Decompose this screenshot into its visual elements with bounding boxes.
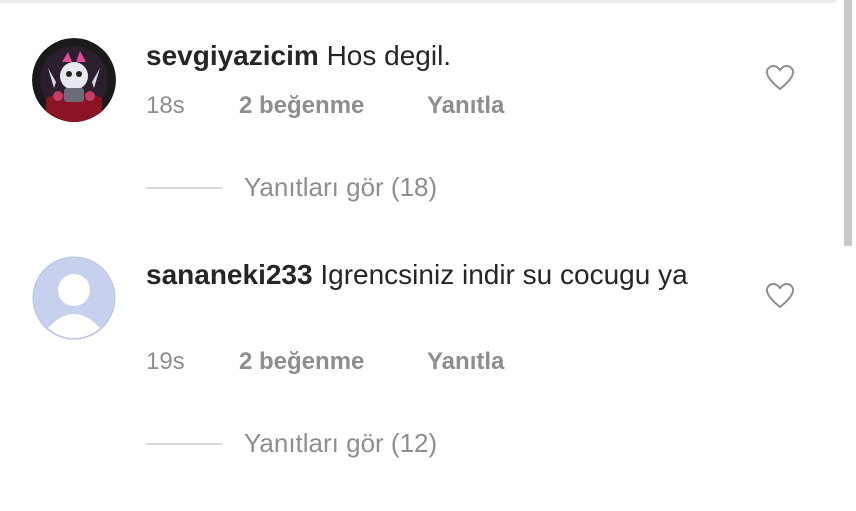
- comment-username[interactable]: sevgiyazicim: [146, 40, 319, 71]
- comment-meta: 19s 2 beğenme Yanıtla: [146, 348, 504, 376]
- comment-body: Hos degil.: [326, 40, 452, 71]
- comment-meta: 18s 2 beğenme Yanıtla: [146, 92, 504, 120]
- comment-time: 18s: [146, 92, 185, 119]
- replies-line: [146, 442, 222, 445]
- top-divider: [0, 0, 836, 3]
- replies-line: [146, 186, 222, 189]
- comment-body: Igrencsiniz indir su cocugu ya: [320, 259, 688, 290]
- view-replies-toggle[interactable]: Yanıtları gör (18): [146, 172, 437, 203]
- comment-likes[interactable]: 2 beğenme: [239, 92, 427, 120]
- scrollbar-thumb[interactable]: [844, 0, 852, 246]
- heart-icon[interactable]: [765, 64, 795, 91]
- view-replies-toggle[interactable]: Yanıtları gör (12): [146, 428, 437, 459]
- scrollbar[interactable]: [842, 0, 856, 511]
- view-replies-label[interactable]: Yanıtları gör (12): [244, 428, 437, 459]
- reply-button[interactable]: Yanıtla: [427, 92, 504, 120]
- comment-likes[interactable]: 2 beğenme: [239, 348, 427, 376]
- reply-button[interactable]: Yanıtla: [427, 348, 504, 376]
- comment-time: 19s: [146, 348, 185, 375]
- user-avatar[interactable]: [32, 38, 116, 122]
- default-avatar-icon[interactable]: [32, 256, 116, 340]
- view-replies-label[interactable]: Yanıtları gör (18): [244, 172, 437, 203]
- heart-icon[interactable]: [765, 282, 795, 309]
- comment-text: sananeki233 Igrencsiniz indir su cocugu …: [146, 254, 706, 296]
- avatar-illustration: [32, 38, 116, 122]
- comment-username[interactable]: sananeki233: [146, 259, 313, 290]
- comment-text: sevgiyazicim Hos degil.: [146, 35, 706, 77]
